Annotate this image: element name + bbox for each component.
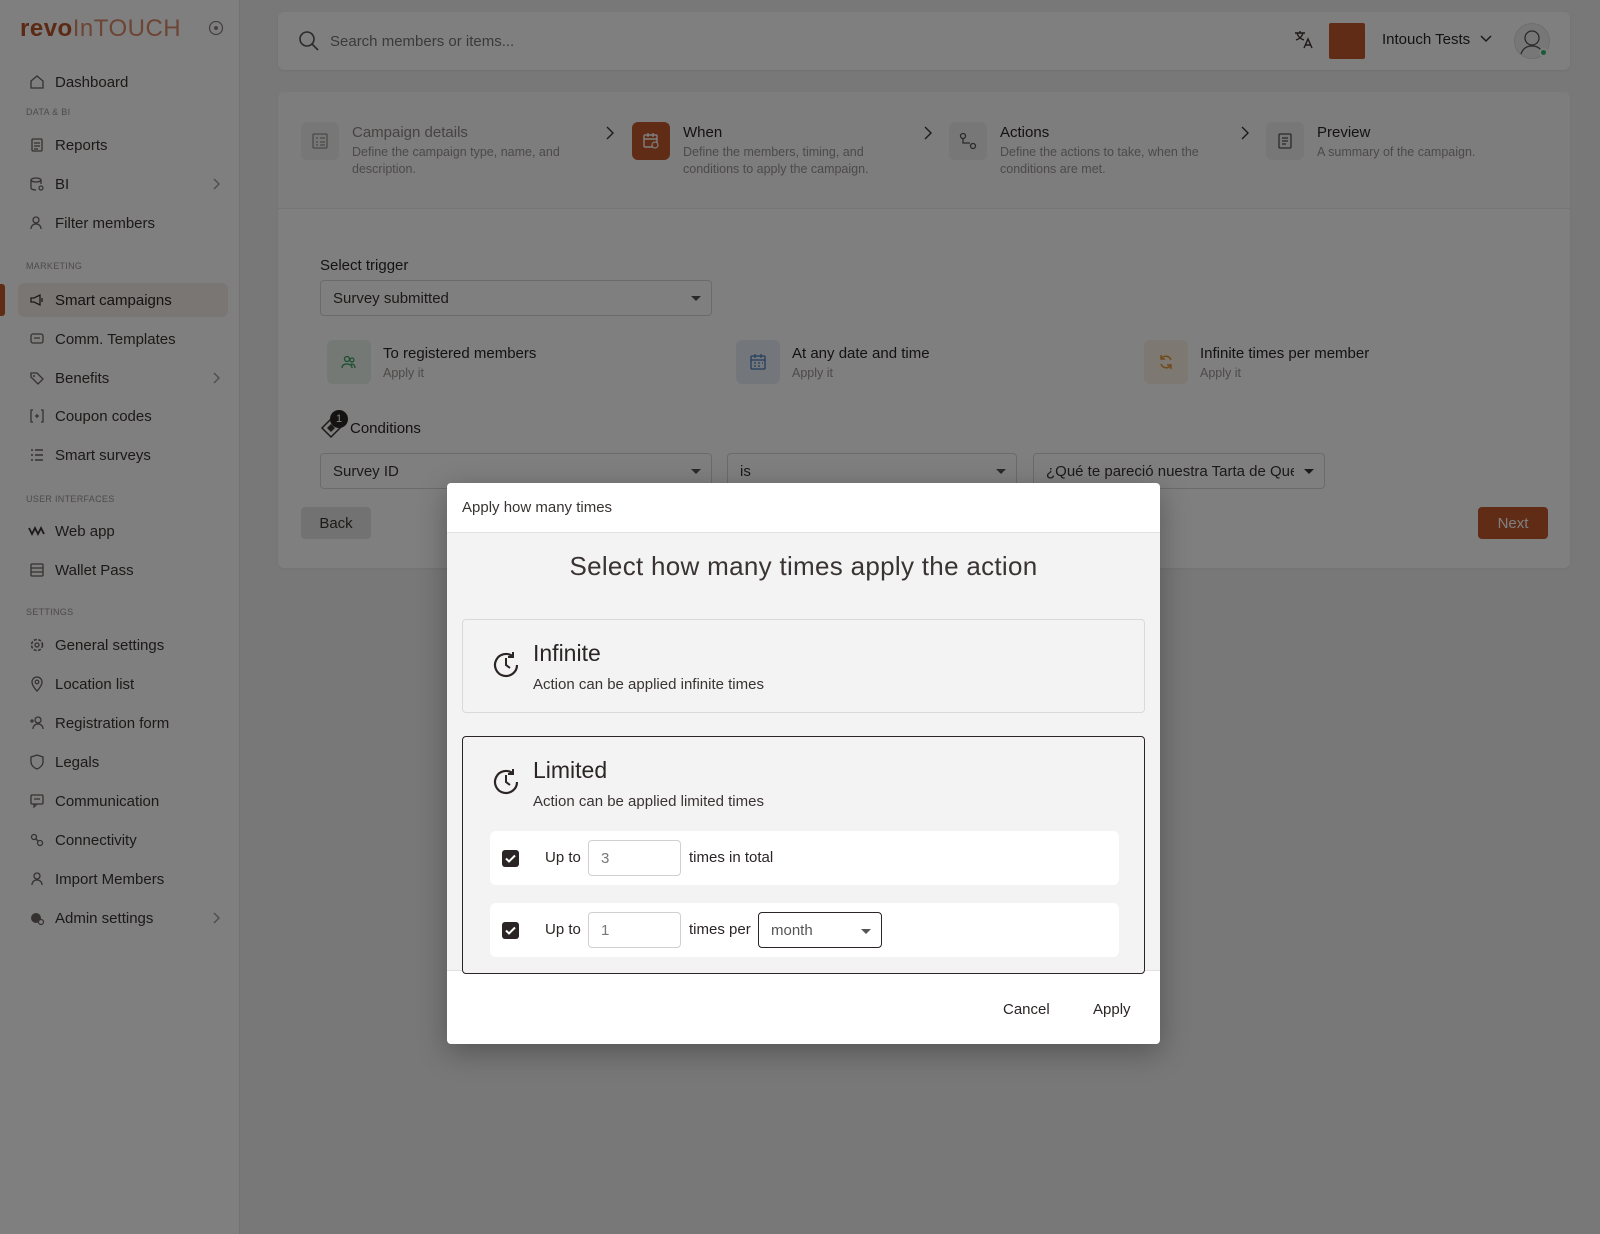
caret-down-icon (861, 929, 871, 934)
period-times-input[interactable] (588, 912, 681, 948)
option-title: Limited (533, 757, 608, 783)
option-subtitle: Action can be applied infinite times (533, 676, 764, 693)
period-limit-checkbox[interactable] (502, 922, 519, 939)
up-to-label: Up to (545, 921, 581, 938)
dialog-header: Apply how many times (447, 483, 1160, 533)
apply-times-dialog: Apply how many times Select how many tim… (447, 483, 1160, 1044)
option-subtitle: Action can be applied limited times (533, 793, 764, 810)
dialog-body: Select how many times apply the action I… (447, 533, 1160, 974)
period-select[interactable]: month (758, 912, 882, 948)
clock-icon (491, 650, 521, 680)
times-per-label: times per (689, 921, 751, 938)
apply-button[interactable]: Apply (1093, 1001, 1131, 1018)
dialog-title: Select how many times apply the action (569, 551, 1038, 581)
limit-row-total: Up to times in total (490, 831, 1119, 885)
total-times-input[interactable] (588, 840, 681, 876)
option-title: Infinite (533, 640, 601, 666)
option-limited[interactable]: Limited Action can be applied limited ti… (462, 736, 1145, 974)
cancel-button[interactable]: Cancel (1003, 1001, 1050, 1018)
period-select-value: month (771, 921, 813, 939)
total-limit-checkbox[interactable] (502, 850, 519, 867)
times-in-total-label: times in total (689, 849, 774, 866)
clock-icon (491, 767, 521, 797)
option-infinite[interactable]: Infinite Action can be applied infinite … (462, 619, 1145, 713)
up-to-label: Up to (545, 849, 581, 866)
limit-row-period: Up to times per month (490, 903, 1119, 957)
